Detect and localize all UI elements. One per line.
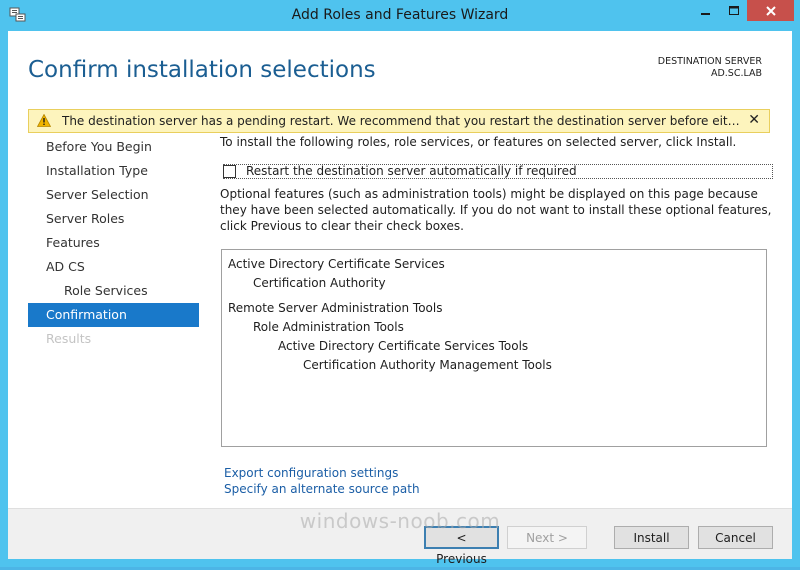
feature-item: Certification Authority	[253, 276, 386, 290]
destination-server: DESTINATION SERVER AD.SC.LAB	[658, 56, 762, 80]
minimize-icon	[701, 12, 710, 15]
close-icon	[765, 5, 776, 16]
wizard-navigation: Before You Begin Installation Type Serve…	[28, 135, 199, 351]
restart-checkbox-label[interactable]: Restart the destination server automatic…	[246, 165, 577, 178]
nav-item-ad-cs[interactable]: AD CS	[28, 255, 199, 279]
watermark: windows-noob.com	[299, 509, 501, 533]
features-list: Active Directory Certificate Services Ce…	[221, 249, 767, 447]
warning-text: The destination server has a pending res…	[62, 114, 742, 128]
wizard-window: Add Roles and Features Wizard Confirm in…	[0, 0, 800, 567]
feature-item: Active Directory Certificate Services To…	[278, 339, 529, 353]
nav-item-installation-type[interactable]: Installation Type	[28, 159, 199, 183]
nav-item-server-selection[interactable]: Server Selection	[28, 183, 199, 207]
wizard-client-area: Confirm installation selections DESTINAT…	[8, 31, 792, 566]
maximize-icon	[728, 5, 739, 15]
restart-checkbox-row[interactable]: Restart the destination server automatic…	[223, 164, 773, 179]
optional-features-text: Optional features (such as administratio…	[220, 187, 772, 233]
nav-item-role-services[interactable]: Role Services	[28, 279, 199, 303]
export-configuration-link[interactable]: Export configuration settings	[224, 465, 420, 481]
alternate-source-path-link[interactable]: Specify an alternate source path	[224, 481, 420, 497]
close-button[interactable]	[747, 0, 794, 21]
nav-item-before-you-begin[interactable]: Before You Begin	[28, 135, 199, 159]
intro-text: To install the following roles, role ser…	[220, 135, 737, 149]
wizard-links: Export configuration settings Specify an…	[224, 465, 420, 497]
page-title: Confirm installation selections	[28, 57, 376, 83]
nav-item-server-roles[interactable]: Server Roles	[28, 207, 199, 231]
nav-item-confirmation[interactable]: Confirmation	[28, 303, 199, 327]
destination-server-label: DESTINATION SERVER	[657, 56, 762, 67]
feature-item: Certification Authority Management Tools	[303, 358, 552, 372]
minimize-button[interactable]	[692, 0, 720, 21]
nav-item-results: Results	[46, 331, 92, 346]
maximize-button[interactable]	[720, 0, 747, 21]
window-title: Add Roles and Features Wizard	[291, 7, 509, 23]
title-bar[interactable]: Add Roles and Features Wizard	[0, 0, 800, 31]
feature-item: Role Administration Tools	[253, 320, 404, 334]
destination-server-value: AD.SC.LAB	[710, 68, 762, 79]
pending-restart-warning: The destination server has a pending res…	[28, 109, 770, 133]
restart-checkbox[interactable]	[223, 165, 236, 178]
wizard-header: Confirm installation selections DESTINAT…	[8, 31, 792, 109]
feature-item: Active Directory Certificate Services	[228, 257, 445, 271]
warning-close-icon[interactable]: ✕	[748, 112, 760, 128]
nav-item-features[interactable]: Features	[28, 231, 199, 255]
warning-icon	[37, 114, 51, 127]
feature-item: Remote Server Administration Tools	[228, 301, 443, 315]
